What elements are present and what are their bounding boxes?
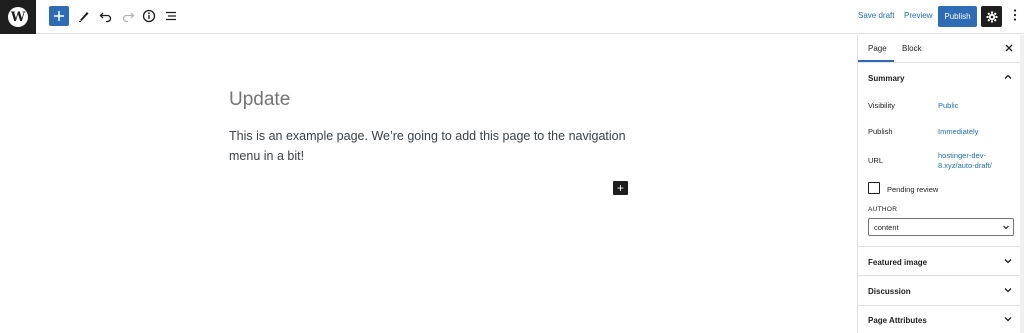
settings-sidebar: Page Block Summary Visibility Public Pub…: [857, 35, 1024, 333]
edit-tools-button[interactable]: [74, 6, 94, 26]
undo-icon: [99, 12, 112, 23]
publish-button[interactable]: Publish: [938, 6, 977, 27]
sidebar-tabs: Page Block: [858, 35, 1024, 63]
settings-gear-icon: [986, 11, 997, 22]
publish-date-button[interactable]: Immediately: [938, 127, 978, 137]
chevron-down-icon: [1004, 259, 1012, 264]
close-icon: [1005, 44, 1013, 52]
more-options-icon: [1013, 9, 1017, 21]
info-icon: [142, 9, 156, 23]
editor-toolbar: W Save draft Preview Publish: [0, 0, 1024, 34]
plus-icon: [54, 11, 64, 21]
summary-panel-title: Summary: [868, 74, 905, 83]
close-sidebar-button[interactable]: [1003, 41, 1015, 55]
chevron-up-icon: [1004, 74, 1012, 79]
pending-review-label[interactable]: Pending review: [887, 185, 938, 194]
redo-button[interactable]: [118, 6, 138, 26]
inline-add-block-button[interactable]: +: [613, 181, 628, 195]
wordpress-logo-icon[interactable]: W: [0, 0, 36, 34]
featured-image-panel-toggle[interactable]: Featured image: [858, 246, 1024, 276]
preview-button[interactable]: Preview: [904, 11, 932, 20]
save-draft-button[interactable]: Save draft: [858, 11, 894, 20]
author-label: AUTHOR: [868, 206, 898, 213]
visibility-value-button[interactable]: Public: [938, 101, 958, 111]
list-view-icon: [166, 11, 176, 21]
editor-canvas: Update This is an example page. We’re go…: [0, 35, 857, 333]
tab-page[interactable]: Page: [868, 44, 887, 53]
list-view-button[interactable]: [161, 6, 181, 26]
tab-block[interactable]: Block: [902, 44, 922, 53]
undo-button[interactable]: [96, 6, 116, 26]
url-value-link[interactable]: hostinger-dev-8.xyz/auto-draft/: [938, 151, 1018, 171]
page-title[interactable]: Update: [229, 89, 290, 111]
plus-icon: +: [616, 181, 624, 195]
visibility-label: Visibility: [868, 101, 895, 110]
settings-button[interactable]: [981, 6, 1002, 27]
chevron-down-icon: [1004, 288, 1012, 293]
page-attributes-panel-title: Page Attributes: [868, 316, 927, 325]
summary-panel-toggle[interactable]: Summary: [858, 63, 1024, 93]
discussion-panel-title: Discussion: [868, 287, 911, 296]
discussion-panel-toggle[interactable]: Discussion: [858, 276, 1024, 306]
chevron-down-icon: [1004, 317, 1012, 322]
more-options-button[interactable]: [1010, 8, 1020, 26]
add-block-button[interactable]: [49, 6, 69, 26]
redo-icon: [122, 12, 135, 23]
featured-image-panel-title: Featured image: [868, 258, 928, 267]
edit-pencil-icon: [79, 12, 89, 22]
chevron-down-icon: [1003, 225, 1009, 230]
pending-review-checkbox[interactable]: [868, 182, 880, 194]
url-label: URL: [868, 156, 884, 165]
paragraph-block[interactable]: This is an example page. We’re going to …: [229, 126, 629, 166]
details-button[interactable]: [139, 6, 159, 26]
page-attributes-panel-toggle[interactable]: Page Attributes: [858, 305, 1024, 333]
author-select-value: content: [874, 223, 899, 232]
active-tab-indicator: [858, 60, 894, 62]
publish-label: Publish: [868, 127, 893, 136]
sidebar-scrollbar[interactable]: [1020, 35, 1024, 333]
author-select[interactable]: content: [868, 218, 1014, 236]
